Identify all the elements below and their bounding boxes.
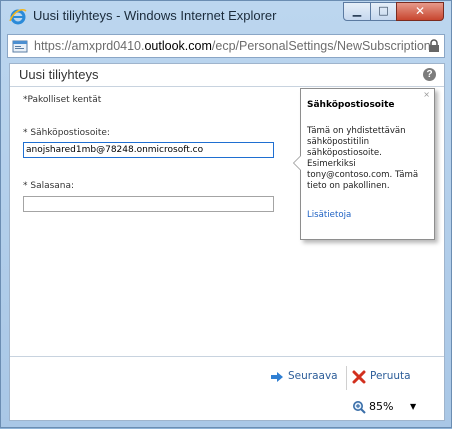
password-label: * Salasana: (23, 181, 75, 191)
email-label: * Sähköpostiosoite: (23, 128, 110, 138)
button-separator (346, 366, 347, 390)
email-field[interactable] (23, 142, 274, 158)
minimize-button[interactable]: ▁ (343, 2, 371, 21)
header-divider (10, 86, 444, 87)
arrow-right-icon (271, 372, 283, 382)
lock-icon[interactable] (428, 39, 440, 53)
help-callout: × Sähköpostiosoite Tämä on yhdistettävän… (293, 88, 435, 240)
dialog-content: Uusi tiliyhteys ? *Pakolliset kentät * S… (9, 63, 445, 421)
callout-close-icon[interactable]: × (423, 90, 430, 99)
cancel-label: Peruuta (370, 370, 411, 382)
dialog-title: Uusi tiliyhteys (19, 67, 99, 82)
page-icon (12, 40, 28, 53)
maximize-icon: □ (378, 4, 389, 17)
url-prefix: https://amxprd0410. (34, 39, 145, 53)
url-domain: outlook.com (144, 39, 212, 53)
url-path: /ecp/PersonalSettings/NewSubscription (211, 39, 431, 53)
callout-title: Sähköpostiosoite (307, 100, 395, 110)
url-text[interactable]: https://amxprd0410.outlook.com/ecp/Perso… (34, 39, 431, 53)
cancel-x-icon (352, 370, 366, 384)
zoom-icon[interactable] (352, 400, 366, 414)
password-field[interactable] (23, 196, 274, 212)
zoom-level[interactable]: 85% (369, 400, 393, 413)
chevron-down-icon[interactable]: ▼ (410, 402, 416, 411)
close-button[interactable]: ✕ (396, 2, 444, 21)
required-note: *Pakolliset kentät (23, 95, 102, 105)
callout-text: Tämä on yhdistettävän sähköpostitilin sä… (307, 126, 419, 191)
learn-more-link[interactable]: Lisätietoja (307, 210, 351, 220)
maximize-button[interactable]: □ (370, 2, 397, 21)
status-bar: 85% ▼ (1, 395, 452, 429)
browser-window: Uusi tiliyhteys - Windows Internet Explo… (0, 0, 452, 428)
help-icon[interactable]: ? (423, 68, 436, 81)
next-label: Seuraava (288, 370, 338, 382)
title-bar: Uusi tiliyhteys - Windows Internet Explo… (1, 1, 451, 31)
minimize-icon: ▁ (352, 4, 362, 17)
close-icon: ✕ (414, 4, 426, 18)
ie-logo-icon (9, 8, 27, 25)
address-bar[interactable]: https://amxprd0410.outlook.com/ecp/Perso… (7, 34, 445, 58)
footer-divider (10, 356, 444, 357)
window-title: Uusi tiliyhteys - Windows Internet Explo… (33, 8, 277, 23)
